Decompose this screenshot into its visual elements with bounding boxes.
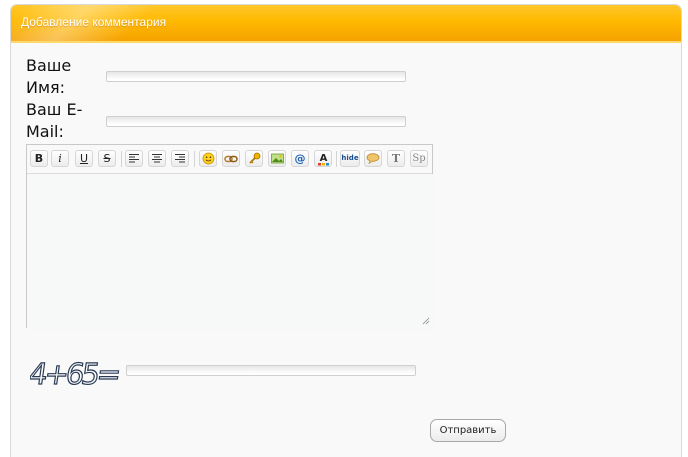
comment-editor: B i U S @ A hide T Sp bbox=[26, 144, 436, 331]
email-button[interactable]: @ bbox=[291, 150, 309, 167]
captcha-text: 4+65= bbox=[30, 357, 120, 391]
quote-icon bbox=[366, 153, 380, 165]
svg-text:A: A bbox=[319, 153, 327, 164]
panel-title: Добавление комментария bbox=[21, 15, 167, 29]
translit-icon: T bbox=[391, 152, 401, 165]
align-right-button[interactable] bbox=[171, 150, 189, 167]
email-label: Ваш E-Mail: bbox=[26, 100, 83, 141]
panel-header: Добавление комментария bbox=[11, 5, 681, 43]
strike-icon: S bbox=[103, 152, 111, 165]
align-right-icon bbox=[175, 154, 185, 163]
editor-toolbar: B i U S @ A hide T Sp bbox=[27, 145, 432, 174]
toolbar-separator bbox=[194, 151, 195, 167]
image-button[interactable] bbox=[268, 150, 286, 167]
bold-icon: B bbox=[34, 152, 44, 165]
italic-icon: i bbox=[58, 152, 62, 165]
align-left-button[interactable] bbox=[125, 150, 143, 167]
submit-button[interactable]: Отправить bbox=[430, 419, 506, 442]
font-color-button[interactable]: A bbox=[314, 150, 332, 167]
bold-button[interactable]: B bbox=[30, 150, 48, 167]
toolbar-separator bbox=[336, 151, 337, 167]
toolbar-separator bbox=[121, 151, 122, 167]
image-icon bbox=[270, 153, 284, 164]
resize-grip-icon[interactable] bbox=[422, 317, 430, 325]
font-color-icon: A bbox=[317, 153, 329, 166]
link-button[interactable] bbox=[222, 150, 240, 167]
italic-button[interactable]: i bbox=[51, 150, 69, 167]
email-input[interactable] bbox=[106, 116, 406, 127]
link-icon bbox=[224, 155, 238, 163]
underline-button[interactable]: U bbox=[75, 150, 93, 167]
hide-button[interactable]: hide bbox=[340, 150, 360, 167]
spoiler-button[interactable]: Sp bbox=[410, 150, 428, 167]
captcha-image: 4+65= bbox=[30, 357, 120, 391]
underline-icon: U bbox=[79, 152, 89, 165]
comment-textarea[interactable] bbox=[27, 174, 436, 331]
key-icon bbox=[248, 152, 260, 164]
captcha-input[interactable] bbox=[126, 365, 416, 376]
quote-button[interactable] bbox=[364, 150, 382, 167]
strike-button[interactable]: S bbox=[98, 150, 116, 167]
align-center-button[interactable] bbox=[148, 150, 166, 167]
hide-icon: hide bbox=[341, 154, 359, 162]
key-button[interactable] bbox=[245, 150, 263, 167]
smiley-button[interactable] bbox=[199, 150, 217, 167]
name-input[interactable] bbox=[106, 71, 406, 82]
align-left-icon bbox=[129, 154, 139, 163]
email-icon: @ bbox=[294, 152, 306, 165]
spoiler-icon: Sp bbox=[412, 153, 426, 164]
align-center-icon bbox=[152, 154, 162, 163]
smiley-icon bbox=[202, 152, 214, 165]
translit-button[interactable]: T bbox=[387, 150, 405, 167]
name-label: Ваше Имя: bbox=[26, 56, 72, 97]
